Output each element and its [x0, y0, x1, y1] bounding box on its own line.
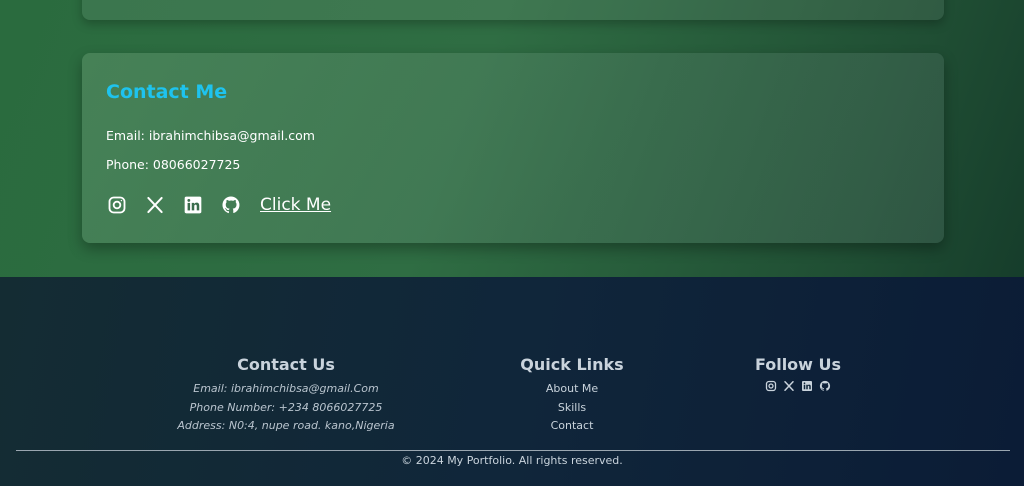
linkedin-icon[interactable] — [182, 194, 204, 216]
x-icon[interactable] — [783, 380, 796, 393]
footer-address: Address: N0:4, nupe road. kano,Nigeria — [177, 419, 395, 433]
instagram-icon[interactable] — [765, 380, 778, 393]
footer-divider — [16, 450, 1010, 451]
contact-section: Contact Me Email: ibrahimchibsa@gmail.co… — [0, 0, 1024, 277]
copyright: © 2024 My Portfolio. All rights reserved… — [401, 454, 623, 467]
footer-contact-title: Contact Us — [237, 355, 335, 374]
footer-link-skills[interactable]: Skills — [500, 399, 644, 418]
contact-phone: Phone: 08066027725 — [106, 157, 241, 172]
footer-follow-column: Follow Us — [738, 355, 858, 393]
footer-phone: Phone Number: +234 8066027725 — [189, 400, 383, 414]
footer: Contact Us Email: ibrahimchibsa@gmail.Co… — [0, 277, 1024, 486]
instagram-icon[interactable] — [106, 194, 128, 216]
social-links: Click Me — [106, 194, 331, 216]
footer-quick-links-title: Quick Links — [520, 355, 624, 374]
footer-quick-links-column: Quick Links About Me Skills Contact — [500, 355, 644, 436]
footer-contact-column: Contact Us Email: ibrahimchibsa@gmail.Co… — [176, 355, 396, 436]
previous-card — [82, 0, 944, 20]
github-icon[interactable] — [819, 380, 832, 393]
contact-email: Email: ibrahimchibsa@gmail.com — [106, 128, 315, 143]
footer-social-links — [738, 380, 858, 393]
footer-link-contact[interactable]: Contact — [500, 417, 644, 436]
linkedin-icon[interactable] — [801, 380, 814, 393]
click-me-link[interactable]: Click Me — [260, 195, 331, 215]
footer-link-about[interactable]: About Me — [500, 380, 644, 399]
contact-card: Contact Me Email: ibrahimchibsa@gmail.co… — [82, 53, 944, 243]
contact-card-title: Contact Me — [106, 81, 228, 103]
x-icon[interactable] — [144, 194, 166, 216]
footer-follow-title: Follow Us — [754, 355, 842, 374]
github-icon[interactable] — [220, 194, 242, 216]
footer-email: Email: ibrahimchibsa@gmail.Com — [193, 382, 379, 395]
